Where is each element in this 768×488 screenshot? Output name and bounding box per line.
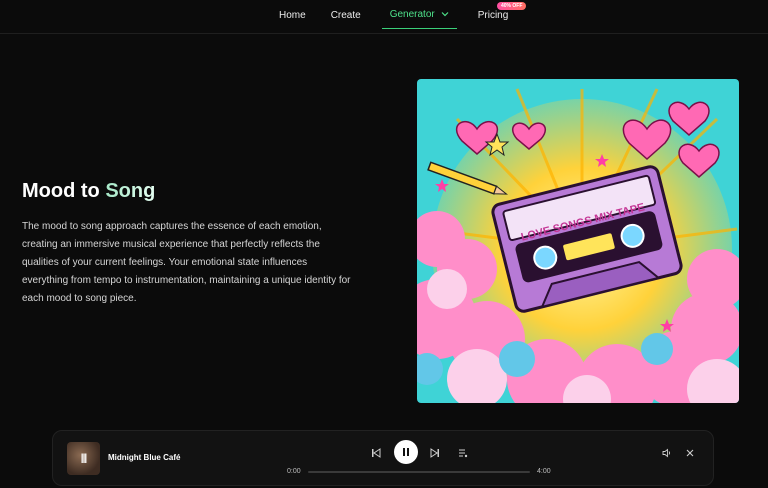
page-title: Mood to Song bbox=[22, 180, 155, 203]
volume-button[interactable] bbox=[659, 445, 675, 461]
nav-create[interactable]: Create bbox=[331, 2, 361, 28]
pause-icon bbox=[403, 448, 409, 456]
nav-pricing-label: Pricing bbox=[477, 9, 509, 21]
previous-track-button[interactable] bbox=[368, 445, 384, 461]
nav-generator[interactable]: Generator bbox=[381, 2, 457, 29]
close-icon bbox=[686, 449, 694, 457]
title-accent: Song bbox=[105, 180, 156, 202]
queue-button[interactable] bbox=[455, 445, 471, 461]
skip-back-icon bbox=[372, 448, 381, 458]
nav-home-label: Home bbox=[279, 9, 306, 21]
playlist-icon bbox=[459, 449, 468, 458]
nav-menu: Home Create Generator Pricing bbox=[268, 0, 508, 30]
song-title: Midnight Blue Café bbox=[108, 453, 181, 462]
chevron-down-icon bbox=[441, 10, 449, 19]
discount-badge: 40% OFF bbox=[497, 2, 527, 10]
cassette-artwork: LOVE SONGS MIX TAPE bbox=[417, 79, 739, 403]
volume-icon bbox=[662, 448, 671, 458]
pause-button[interactable] bbox=[394, 440, 418, 464]
top-nav: Home Create Generator Pricing 40% OFF bbox=[0, 0, 768, 34]
next-track-button[interactable] bbox=[427, 445, 443, 461]
nav-create-label: Create bbox=[330, 9, 361, 21]
album-thumbnail[interactable]: ||| bbox=[67, 442, 100, 475]
skip-forward-icon bbox=[430, 448, 439, 458]
title-prefix: Mood to bbox=[22, 180, 106, 202]
current-time: 0:00 bbox=[287, 468, 301, 475]
nav-home[interactable]: Home bbox=[279, 2, 306, 28]
nav-generator-label: Generator bbox=[389, 9, 435, 20]
page-description: The mood to song approach captures the e… bbox=[22, 221, 351, 304]
total-time: 4:00 bbox=[537, 468, 551, 475]
music-player: ||| Midnight Blue Café 0:00 4:00 bbox=[52, 430, 714, 486]
close-player-button[interactable] bbox=[682, 445, 698, 461]
progress-bar[interactable] bbox=[308, 471, 530, 473]
equalizer-icon: ||| bbox=[80, 453, 87, 464]
